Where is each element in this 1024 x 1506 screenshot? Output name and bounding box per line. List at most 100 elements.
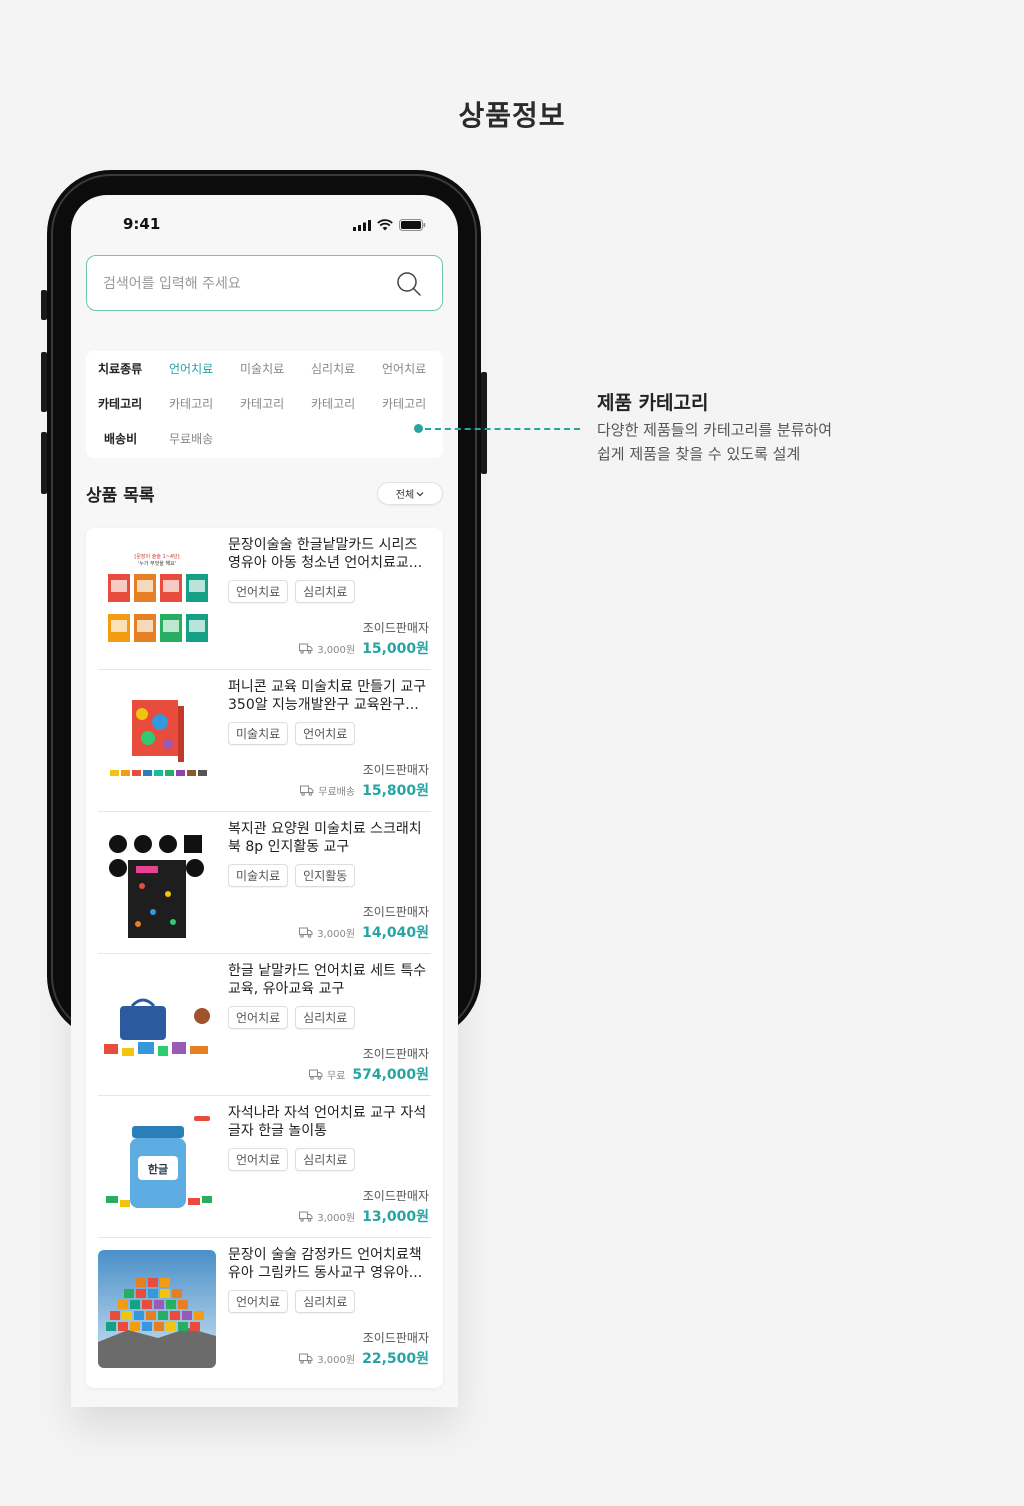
product-name[interactable]: 퍼니콘 교육 미술치료 만들기 교구 350알 지능개발완구 교육완구... [228, 678, 433, 714]
filter-label: 카테고리 [98, 397, 143, 411]
thumb-caption: '누가 무엇을 해요' [138, 560, 176, 567]
search-input[interactable] [103, 256, 383, 312]
colorful-box-image [98, 682, 216, 800]
annotation-title: 제품 카테고리 [597, 392, 709, 414]
seller-name: 조이드판매자 [362, 1189, 429, 1203]
filter-chip-psychotherapy[interactable]: 심리치료 [311, 360, 355, 377]
price-row: 무료배송 15,800원 [300, 780, 429, 800]
seller-name: 조이드판매자 [362, 905, 429, 919]
filter-label: 배송비 [104, 432, 138, 446]
filter-chip-category-2[interactable]: 카테고리 [240, 395, 284, 412]
sort-dropdown[interactable]: 전체 [377, 482, 443, 505]
product-tags: 미술치료 언어치료 [228, 722, 356, 745]
phone-mute-switch [41, 290, 47, 320]
filter-chip-free-shipping[interactable]: 무료배송 [169, 430, 213, 447]
filter-row-category: 카테고리 카테고리 카테고리 카테고리 카테고리 [86, 395, 443, 415]
filter-label: 치료종류 [98, 362, 143, 376]
filter-row-treatment: 치료종류 언어치료 미술치료 심리치료 언어치료 [86, 360, 443, 380]
product-price: 22,500원 [362, 1351, 429, 1367]
product-name[interactable]: 문장이 술술 감정카드 언어치료책 유아 그림카드 동사교구 영유아... [228, 1246, 433, 1282]
product-tag[interactable]: 심리치료 [295, 1006, 356, 1029]
filter-chip-language-therapy-2[interactable]: 언어치료 [382, 360, 426, 377]
search-bar [86, 255, 443, 312]
product-tag[interactable]: 심리치료 [295, 1290, 356, 1313]
product-name[interactable]: 한글 낱말카드 언어치료 세트 특수교육, 유아교육 교구 [228, 962, 433, 998]
wifi-icon [377, 219, 393, 231]
shipping-fee: 3,000원 [317, 644, 356, 656]
shipping-fee: 3,000원 [317, 1354, 356, 1366]
product-thumbnail [98, 824, 216, 942]
annotation-desc-line: 쉽게 제품을 찾을 수 있도록 설계 [597, 445, 801, 463]
seller-name: 조이드판매자 [362, 621, 429, 635]
product-tag[interactable]: 미술치료 [228, 722, 289, 745]
filter-chip-art-therapy[interactable]: 미술치료 [240, 360, 284, 377]
filter-chip-category-4[interactable]: 카테고리 [382, 395, 426, 412]
shipping-fee: 무료배송 [318, 786, 356, 798]
product-tag[interactable]: 언어치료 [295, 722, 356, 745]
product-tag[interactable]: 언어치료 [228, 1148, 289, 1171]
product-item[interactable]: 한글 자석나라 자석 언어치료 교구 자석글자 한글 놀이통 언어치료 심리치료… [98, 1096, 431, 1238]
battery-icon [399, 219, 426, 231]
product-thumbnail [98, 682, 216, 800]
product-list: [문장이 술술 1~4단] '누가 무엇을 해요' 문장이술술 한글낱말카드 시… [86, 528, 443, 1388]
product-item[interactable]: 퍼니콘 교육 미술치료 만들기 교구 350알 지능개발완구 교육완구... 미… [98, 670, 431, 812]
product-item[interactable]: [문장이 술술 1~4단] '누가 무엇을 해요' 문장이술술 한글낱말카드 시… [98, 528, 431, 670]
price-row: 3,000원 14,040원 [299, 922, 429, 942]
product-tag[interactable]: 언어치료 [228, 580, 289, 603]
filter-chip-language-therapy[interactable]: 언어치료 [169, 360, 213, 377]
product-tag[interactable]: 미술치료 [228, 864, 289, 887]
product-name[interactable]: 문장이술술 한글낱말카드 시리즈 영유아 아동 청소년 언어치료교... [228, 536, 433, 572]
search-icon[interactable] [396, 271, 422, 297]
price-row: 3,000원 15,000원 [299, 638, 429, 658]
product-tag[interactable]: 언어치료 [228, 1006, 289, 1029]
annotation-description: 다양한 제품들의 카테고리를 분류하여 쉽게 제품을 찾을 수 있도록 설계 [597, 418, 867, 466]
product-tags: 언어치료 심리치료 [228, 1290, 356, 1313]
annotation-desc-line: 다양한 제품들의 카테고리를 분류하여 [597, 421, 833, 439]
product-tags: 미술치료 인지활동 [228, 864, 356, 887]
product-thumbnail [98, 966, 216, 1084]
product-tag[interactable]: 인지활동 [295, 864, 356, 887]
scratch-book-image [98, 824, 216, 942]
status-bar: 9:41 [71, 213, 458, 237]
product-tag[interactable]: 심리치료 [295, 1148, 356, 1171]
product-thumbnail: 한글 [98, 1108, 216, 1226]
truck-icon [300, 785, 314, 796]
product-tags: 언어치료 심리치료 [228, 1006, 356, 1029]
seller-name: 조이드판매자 [362, 1047, 429, 1061]
status-time: 9:41 [123, 215, 161, 233]
truck-icon [299, 643, 313, 654]
product-list-title: 상품 목록 [86, 486, 155, 506]
product-tags: 언어치료 심리치료 [228, 1148, 356, 1171]
seller-name: 조이드판매자 [362, 1331, 429, 1345]
product-price: 15,000원 [362, 641, 429, 657]
thumb-caption: [문장이 술술 1~4단] [134, 553, 179, 560]
product-price: 13,000원 [362, 1209, 429, 1225]
phone-volume-up-button [41, 352, 47, 412]
product-price: 14,040원 [362, 925, 429, 941]
filter-chip-category-1[interactable]: 카테고리 [169, 395, 213, 412]
product-item[interactable]: 복지관 요양원 미술치료 스크래치북 8p 인지활동 교구 미술치료 인지활동 … [98, 812, 431, 954]
seller-name: 조이드판매자 [362, 763, 429, 777]
chevron-down-icon [416, 491, 424, 496]
filter-row-shipping: 배송비 무료배송 [86, 430, 443, 450]
card-boxes-image: [문장이 술술 1~4단] '누가 무엇을 해요' [98, 540, 216, 658]
phone-screen: 9:41 치료종류 언어치료 미술치료 심리치료 언어치료 카테고리 카테고리 [71, 195, 458, 1407]
product-tag[interactable]: 언어치료 [228, 1290, 289, 1313]
filter-chip-category-3[interactable]: 카테고리 [311, 395, 355, 412]
product-tag[interactable]: 심리치료 [295, 580, 356, 603]
product-thumbnail: [문장이 술술 1~4단] '누가 무엇을 해요' [98, 540, 216, 658]
shipping-fee: 무료 [326, 1070, 346, 1082]
phone-power-button [481, 372, 487, 474]
page-title: 상품정보 [458, 99, 566, 132]
product-item[interactable]: 한글 낱말카드 언어치료 세트 특수교육, 유아교육 교구 언어치료 심리치료 … [98, 954, 431, 1096]
product-name[interactable]: 자석나라 자석 언어치료 교구 자석글자 한글 놀이통 [228, 1104, 433, 1140]
shipping-fee: 3,000원 [317, 1212, 356, 1224]
phone-volume-down-button [41, 432, 47, 494]
product-name[interactable]: 복지관 요양원 미술치료 스크래치북 8p 인지활동 교구 [228, 820, 433, 856]
product-thumbnail [98, 1250, 216, 1368]
pyramid-sky-image [98, 1250, 216, 1368]
product-item[interactable]: 문장이 술술 감정카드 언어치료책 유아 그림카드 동사교구 영유아... 언어… [98, 1238, 431, 1380]
truck-icon [299, 1353, 313, 1364]
category-filter-panel: 치료종류 언어치료 미술치료 심리치료 언어치료 카테고리 카테고리 카테고리 … [86, 351, 443, 458]
status-icons [353, 219, 426, 231]
